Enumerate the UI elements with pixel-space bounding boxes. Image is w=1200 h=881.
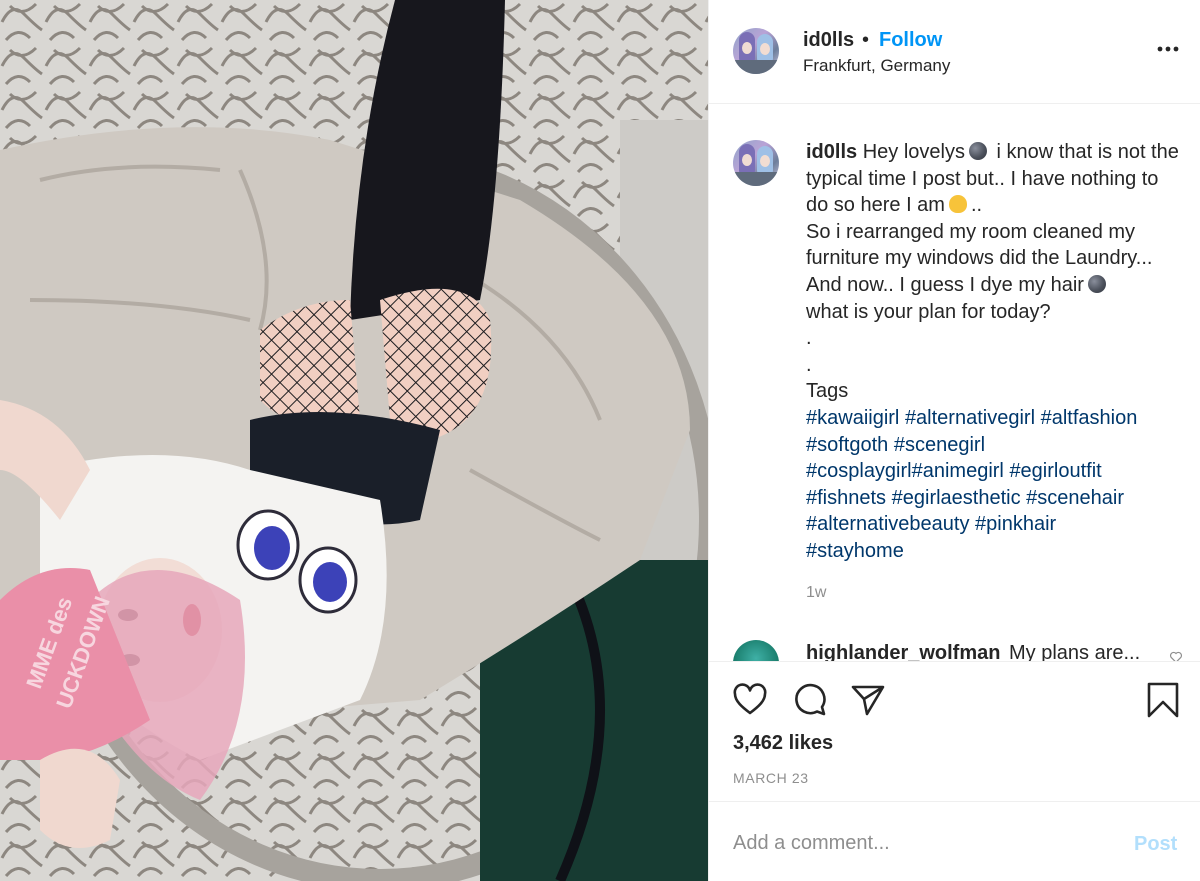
hashtag-link[interactable]: #egirlaesthetic (892, 487, 1021, 509)
caption-dot-1: . (806, 327, 812, 350)
follow-button[interactable]: Follow (879, 29, 942, 52)
caption-text-3: .. (970, 194, 983, 217)
comment-text: My plans are... (1009, 642, 1141, 661)
author-avatar[interactable] (733, 28, 779, 74)
post-actions: 3,462 likes MARCH 23 (709, 661, 1200, 801)
more-options-icon[interactable] (1155, 36, 1181, 62)
post-photo[interactable]: MME des UCKDOWN (0, 0, 708, 881)
post-detail-panel: id0lls • Follow Frankfurt, Germany id0ll… (708, 0, 1200, 881)
post-caption: id0lls Hey lovelys i know that is not th… (806, 139, 1186, 565)
new-moon-emoji-icon-2 (1087, 274, 1106, 293)
add-comment-section: Post (709, 801, 1200, 881)
hashtag-link[interactable]: #fishnets (806, 487, 886, 509)
hashtag-link[interactable]: #stayhome (806, 540, 904, 562)
heart-icon[interactable] (732, 682, 768, 718)
hashtag-link[interactable]: #cosplaygirl#animegirl (806, 460, 1004, 482)
comment-item: highlander_wolfman My plans are... (733, 636, 1193, 661)
hashtag-link[interactable]: #egirloutfit (1009, 460, 1101, 482)
hashtag-link[interactable]: #scenegirl (894, 434, 985, 456)
caption-username[interactable]: id0lls (806, 141, 857, 163)
hashtag-link[interactable]: #kawaiigirl (806, 407, 899, 429)
caption-avatar[interactable] (733, 140, 779, 186)
hashtag-link[interactable]: #altfashion (1041, 407, 1138, 429)
cat-emoji-icon (948, 195, 967, 214)
comment-input[interactable] (733, 828, 1113, 858)
comment-like-icon[interactable] (1169, 650, 1183, 661)
likes-count[interactable]: 3,462 likes (733, 732, 833, 755)
caption-text-5: what is your plan for today? (806, 300, 1051, 323)
comment-icon[interactable] (791, 682, 827, 718)
photo-illustration: MME des UCKDOWN (0, 0, 708, 881)
commenter-username[interactable]: highlander_wolfman (806, 642, 1000, 661)
caption-text-1: Hey lovelys (862, 141, 965, 163)
hashtag-link[interactable]: #scenehair (1026, 487, 1124, 509)
post-date[interactable]: MARCH 23 (733, 770, 809, 786)
author-username[interactable]: id0lls (803, 29, 854, 52)
hashtag-link[interactable]: #softgoth (806, 434, 888, 456)
hashtag-link[interactable]: #alternativegirl (905, 407, 1035, 429)
post-header: id0lls • Follow Frankfurt, Germany (709, 0, 1200, 104)
bookmark-icon[interactable] (1145, 682, 1181, 718)
new-moon-emoji-icon (968, 142, 987, 160)
hashtag-link[interactable]: #alternativebeauty (806, 513, 969, 535)
post-location[interactable]: Frankfurt, Germany (803, 56, 950, 76)
header-separator: • (862, 29, 870, 51)
hashtag-link[interactable]: #pinkhair (975, 513, 1056, 535)
caption-dot-2: . (806, 353, 812, 376)
comments-list[interactable]: id0lls Hey lovelys i know that is not th… (709, 104, 1200, 661)
post-comment-button[interactable]: Post (1134, 833, 1177, 856)
commenter-avatar[interactable] (733, 640, 779, 661)
tags-label: Tags (806, 380, 849, 403)
caption-timestamp[interactable]: 1w (806, 584, 826, 602)
share-icon[interactable] (850, 682, 886, 718)
